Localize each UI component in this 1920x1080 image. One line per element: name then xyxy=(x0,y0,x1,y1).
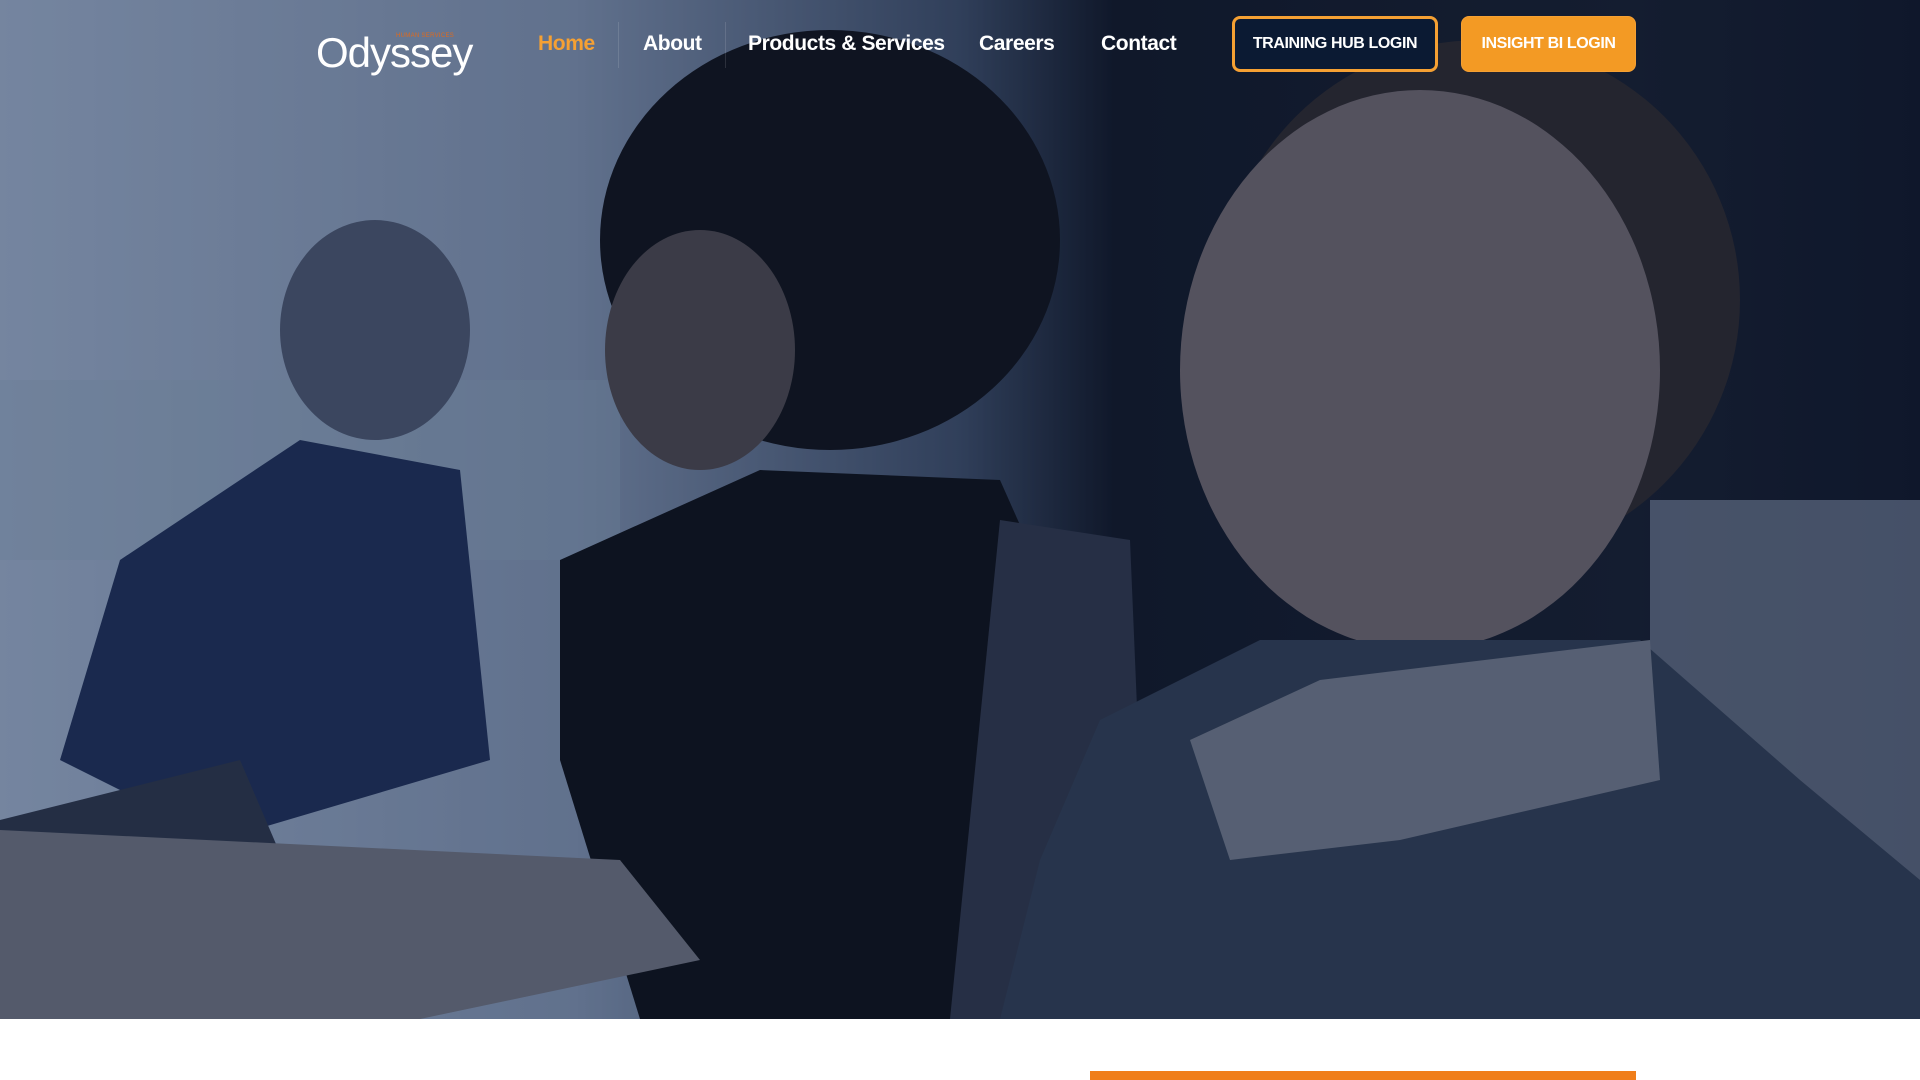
nav-item-about[interactable]: About xyxy=(643,30,702,58)
nav-divider xyxy=(618,22,619,68)
nav-item-contact[interactable]: Contact xyxy=(1101,30,1177,58)
hero-section: HUMAN SERVICES Odyssey Home About Produc… xyxy=(0,0,1920,1019)
nav-divider xyxy=(725,22,726,68)
hero-tint-overlay xyxy=(0,0,1920,1019)
nav-item-products-services[interactable]: Products & Services xyxy=(748,30,945,58)
nav-item-careers[interactable]: Careers xyxy=(979,30,1055,58)
nav-item-home[interactable]: Home xyxy=(538,30,595,58)
training-hub-login-button[interactable]: TRAINING HUB LOGIN xyxy=(1232,16,1438,72)
insight-bi-login-button[interactable]: INSIGHT BI LOGIN xyxy=(1461,16,1636,72)
section-accent-bar xyxy=(1090,1071,1636,1080)
odyssey-logo[interactable]: HUMAN SERVICES Odyssey xyxy=(316,26,473,80)
site-header: HUMAN SERVICES Odyssey Home About Produc… xyxy=(0,0,1920,90)
logo-wordmark: Odyssey xyxy=(316,29,473,76)
